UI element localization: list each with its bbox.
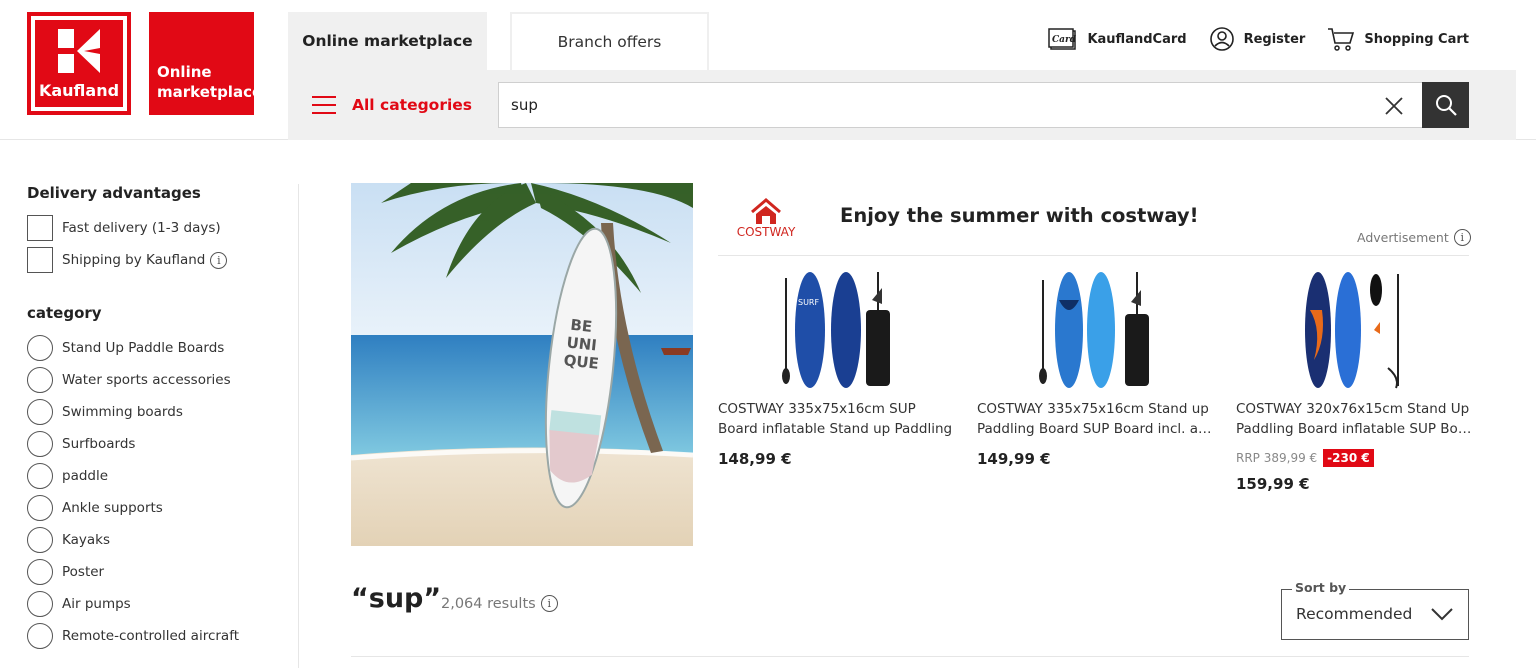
rrp-price: RRP 389,99 €	[1236, 451, 1318, 465]
category-filter-item[interactable]: Ankle supports	[27, 492, 287, 524]
category-filter-item[interactable]: Water sports accessories	[27, 364, 287, 396]
sort-label: Sort by	[1292, 580, 1350, 595]
sort-dropdown[interactable]: Sort by Recommended	[1281, 580, 1469, 640]
hamburger-menu-icon	[312, 96, 336, 114]
radio-button[interactable]	[27, 367, 53, 393]
card-icon: Card	[1048, 28, 1077, 50]
checkbox[interactable]	[27, 247, 53, 273]
category-heading: category	[27, 304, 102, 322]
search-query-title: “sup”	[351, 583, 442, 614]
radio-button[interactable]	[27, 559, 53, 585]
ad-hero-image[interactable]: BE UNI QUE	[351, 183, 693, 546]
product-name: COSTWAY 335x75x16cm Stand up Paddling Bo…	[977, 401, 1217, 437]
category-label: Stand Up Paddle Boards	[62, 340, 225, 356]
category-label: Air pumps	[62, 596, 131, 612]
sidebar-divider	[298, 184, 299, 668]
svg-text:Card: Card	[1052, 35, 1077, 45]
top-links: Card KauflandCard Register Shopping Cart	[1048, 26, 1469, 52]
search-icon	[1435, 95, 1457, 116]
divider	[351, 656, 1469, 657]
kaufland-logo[interactable]: Kaufland	[27, 12, 131, 115]
category-label: Swimming boards	[62, 404, 183, 420]
svg-text:BE: BE	[570, 316, 593, 336]
header: Kaufland Online marketplace Online marke…	[0, 0, 1536, 140]
search-input[interactable]: sup	[498, 82, 1422, 128]
filter-shipping-by-kaufland[interactable]: Shipping by Kaufland i	[27, 244, 287, 276]
clear-search-button[interactable]	[1380, 92, 1408, 120]
product-image	[1236, 264, 1476, 390]
category-label: Water sports accessories	[62, 372, 231, 388]
ad-product-card[interactable]: COSTWAY 320x76x15cm Stand Up Paddling Bo…	[1236, 264, 1476, 493]
online-marketplace-logo[interactable]: Online marketplace	[149, 12, 254, 115]
chevron-down-icon	[1431, 608, 1453, 621]
category-filter-item[interactable]: paddle	[27, 460, 287, 492]
ad-product-card[interactable]: SURF COSTWAY 335x75x16cm SUP Board infla…	[718, 264, 958, 468]
product-name: COSTWAY 335x75x16cm SUP Board inflatable…	[718, 401, 953, 437]
category-filter-item[interactable]: Remote-controlled aircraft	[27, 620, 287, 652]
product-price: 149,99 €	[977, 450, 1051, 468]
product-name: COSTWAY 320x76x15cm Stand Up Paddling Bo…	[1236, 401, 1476, 437]
info-icon[interactable]: i	[210, 251, 228, 269]
radio-button[interactable]	[27, 591, 53, 617]
radio-button[interactable]	[27, 527, 53, 553]
radio-button[interactable]	[27, 399, 53, 425]
svg-text:QUE: QUE	[563, 351, 600, 373]
register-link[interactable]: Register	[1209, 26, 1305, 52]
search-bar-area: All categories sup	[288, 70, 1516, 140]
category-filter-item[interactable]: Swimming boards	[27, 396, 287, 428]
filter-fast-delivery[interactable]: Fast delivery (1-3 days)	[27, 212, 287, 244]
product-image	[977, 264, 1217, 390]
radio-button[interactable]	[27, 431, 53, 457]
ad-title: Enjoy the summer with costway!	[840, 204, 1199, 227]
search-button[interactable]	[1422, 82, 1469, 128]
category-filter-item[interactable]: Kayaks	[27, 524, 287, 556]
category-filter-item[interactable]: Stand Up Paddle Boards	[27, 332, 287, 364]
result-count: 2,064 results i	[441, 595, 558, 612]
ad-divider	[718, 255, 1469, 256]
discount-badge: -230 €	[1323, 449, 1374, 467]
sort-value: Recommended	[1296, 605, 1413, 623]
tab-branch-offers[interactable]: Branch offers	[510, 12, 709, 70]
radio-button[interactable]	[27, 463, 53, 489]
ad-label: Advertisement i	[1357, 229, 1471, 246]
category-label: paddle	[62, 468, 109, 484]
category-filter-item[interactable]: Surfboards	[27, 428, 287, 460]
kaufland-k-icon	[58, 29, 100, 73]
ad-product-card[interactable]: COSTWAY 335x75x16cm Stand up Paddling Bo…	[977, 264, 1217, 468]
radio-button[interactable]	[27, 495, 53, 521]
info-icon[interactable]: i	[540, 595, 558, 612]
shopping-cart-link[interactable]: Shopping Cart	[1327, 26, 1469, 52]
category-label: Ankle supports	[62, 500, 163, 516]
category-label: Poster	[62, 564, 105, 580]
info-icon[interactable]: i	[1453, 229, 1471, 246]
costway-logo[interactable]: COSTWAY	[730, 194, 802, 240]
logo-text: Kaufland	[38, 81, 120, 100]
svg-text:COSTWAY: COSTWAY	[737, 225, 796, 239]
checkbox[interactable]	[27, 215, 53, 241]
radio-button[interactable]	[27, 623, 53, 649]
filter-sidebar: Delivery advantages Fast delivery (1-3 d…	[27, 184, 287, 652]
product-image: SURF	[718, 264, 958, 390]
kaufland-card-link[interactable]: Card KauflandCard	[1048, 26, 1187, 52]
user-icon	[1209, 27, 1234, 51]
all-categories-button[interactable]: All categories	[312, 70, 472, 140]
svg-text:SURF: SURF	[798, 298, 819, 307]
category-filter-item[interactable]: Poster	[27, 556, 287, 588]
radio-button[interactable]	[27, 335, 53, 361]
tab-online-marketplace[interactable]: Online marketplace	[288, 12, 487, 70]
rrp-row: RRP 389,99 € -230 €	[1236, 449, 1476, 467]
cart-icon	[1328, 28, 1355, 51]
category-label: Kayaks	[62, 532, 111, 548]
category-filter-item[interactable]: Air pumps	[27, 588, 287, 620]
delivery-heading: Delivery advantages	[27, 184, 201, 202]
close-icon	[1385, 97, 1403, 115]
category-list: Stand Up Paddle Boards Water sports acces…	[27, 332, 287, 652]
category-label: Surfboards	[62, 436, 136, 452]
category-label: Remote-controlled aircraft	[62, 628, 240, 644]
product-price: 148,99 €	[718, 450, 792, 468]
beach-sup-image: BE UNI QUE	[351, 183, 693, 546]
product-price: 159,99 €	[1236, 475, 1310, 493]
